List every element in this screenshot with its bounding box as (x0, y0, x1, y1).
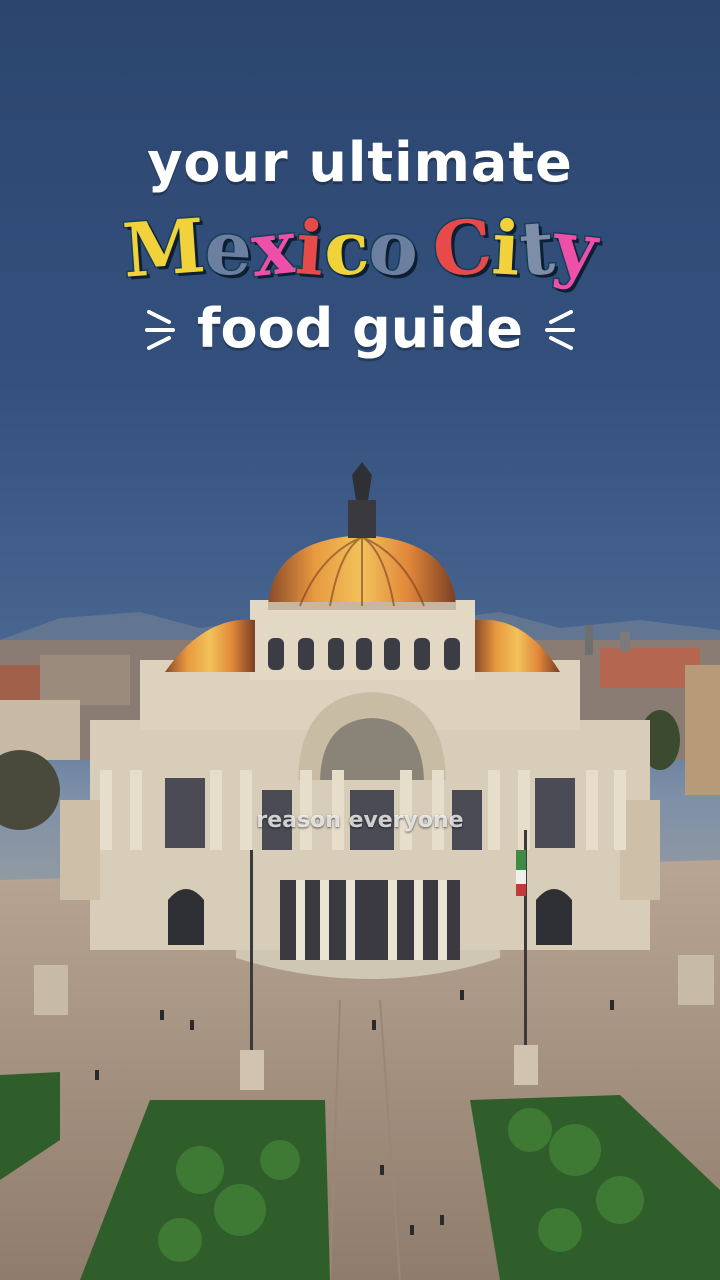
food-guide-text: food guide (196, 297, 524, 360)
title-letter: y (548, 202, 603, 295)
subtitle-caption: reason everyone (256, 808, 464, 833)
title-letter: o (364, 203, 424, 296)
title-letter: c (321, 203, 374, 294)
title-line-your-ultimate: your ultimate (147, 131, 573, 194)
title-overlay: your ultimate Mexico City food guide (0, 130, 720, 362)
title-line-mexico-city: Mexico City (0, 202, 720, 297)
sparkle-left-icon (145, 310, 175, 350)
sparkle-right-icon (545, 310, 575, 350)
title-letter: e (201, 203, 256, 294)
title-line-food-guide: food guide (0, 296, 720, 362)
video-frame: your ultimate Mexico City food guide rea… (0, 0, 720, 1280)
title-letter: C (428, 202, 497, 296)
title-letter: M (119, 202, 210, 297)
